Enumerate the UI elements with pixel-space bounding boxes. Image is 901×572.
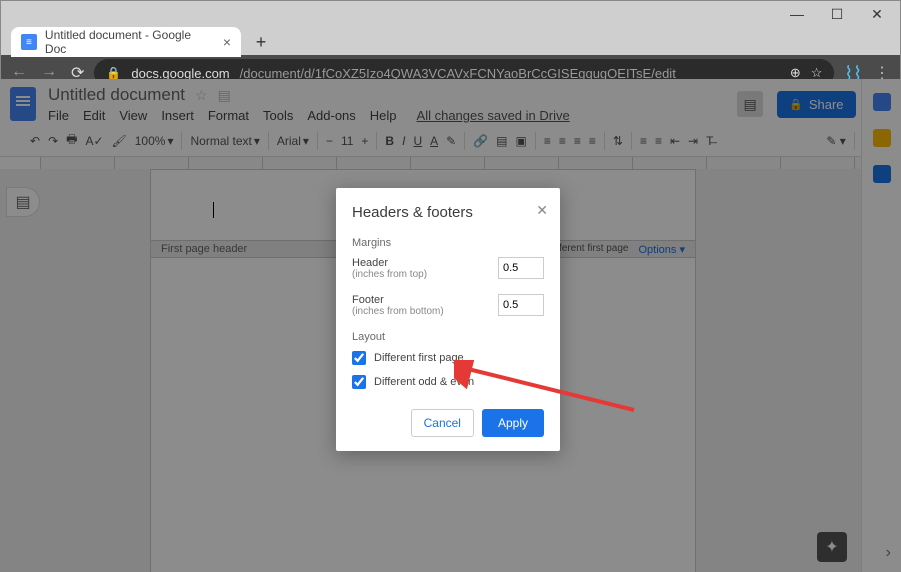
different-odd-even-checkbox[interactable] — [352, 375, 366, 389]
dialog-title: Headers & footers — [352, 204, 544, 221]
window-controls: — ☐ ✕ — [1, 1, 900, 29]
apply-button[interactable]: Apply — [482, 409, 544, 437]
close-dialog-icon[interactable]: ✕ — [536, 202, 548, 219]
different-odd-even-label: Different odd & even — [374, 376, 474, 388]
different-first-page-checkbox-row[interactable]: Different first page — [352, 351, 544, 365]
layout-section-label: Layout — [352, 331, 544, 343]
header-margin-label: Header — [352, 257, 427, 269]
new-tab-button[interactable]: + — [247, 28, 275, 56]
docs-favicon-icon: ≡ — [21, 34, 37, 50]
maximize-icon[interactable]: ☐ — [830, 7, 844, 21]
tab-title: Untitled document - Google Doc — [45, 28, 215, 56]
different-first-page-checkbox[interactable] — [352, 351, 366, 365]
browser-chrome: — ☐ ✕ ≡ Untitled document - Google Doc ×… — [0, 0, 901, 79]
margins-section-label: Margins — [352, 237, 544, 249]
header-margin-input[interactable] — [498, 257, 544, 279]
footer-margin-input[interactable] — [498, 294, 544, 316]
headers-footers-dialog: ✕ Headers & footers Margins Header (inch… — [336, 188, 560, 451]
cancel-button[interactable]: Cancel — [411, 409, 474, 437]
footer-margin-label: Footer — [352, 294, 444, 306]
close-tab-icon[interactable]: × — [223, 34, 231, 50]
close-window-icon[interactable]: ✕ — [870, 7, 884, 21]
footer-margin-sublabel: (inches from bottom) — [352, 306, 444, 317]
minimize-icon[interactable]: — — [790, 7, 804, 21]
different-first-page-label: Different first page — [374, 352, 464, 364]
tab-strip: ≡ Untitled document - Google Doc × + — [1, 29, 900, 55]
header-margin-sublabel: (inches from top) — [352, 269, 427, 280]
browser-tab[interactable]: ≡ Untitled document - Google Doc × — [11, 27, 241, 57]
different-odd-even-checkbox-row[interactable]: Different odd & even — [352, 375, 544, 389]
lock-icon: 🔒 — [106, 66, 121, 80]
